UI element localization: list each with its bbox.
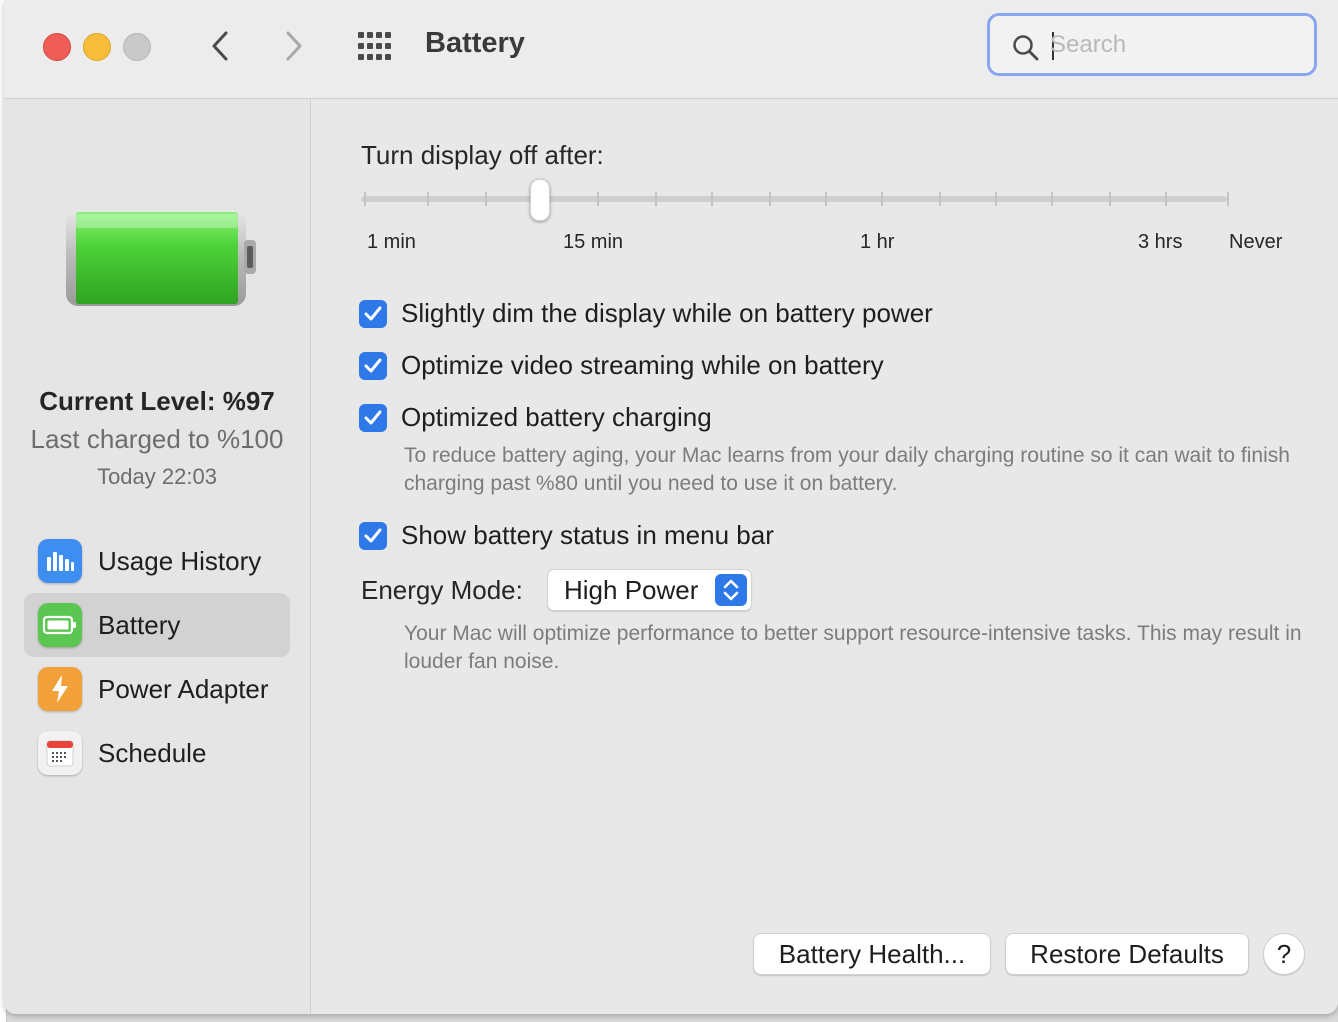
battery-health-button[interactable]: Battery Health... (753, 933, 991, 975)
slider-tick (485, 192, 487, 206)
energy-mode-select[interactable]: High Power (547, 569, 752, 611)
energy-mode-label: Energy Mode: (361, 575, 523, 605)
optimize-video-checkbox[interactable] (359, 351, 387, 380)
slider-tick (1051, 192, 1053, 206)
slider-label-1-hr: 1 hr (860, 231, 895, 253)
search-input[interactable] (1050, 28, 1300, 62)
slider-tick (939, 192, 941, 206)
up-down-arrows-icon (715, 574, 747, 606)
sidebar-item-schedule[interactable]: Schedule (24, 721, 290, 785)
sidebar-item-usage-history[interactable]: Usage History (24, 529, 290, 593)
sidebar-item-power-adapter[interactable]: Power Adapter (24, 657, 290, 721)
minimize-window-button[interactable] (83, 33, 111, 61)
optimized-charging-label: Optimized battery charging (401, 402, 712, 432)
chevron-left-icon (212, 31, 228, 61)
slider-thumb[interactable] (530, 179, 550, 221)
slider-tick (1109, 192, 1111, 206)
window-title: Battery (425, 27, 525, 59)
optimized-charging-help: To reduce battery aging, your Mac learns… (404, 444, 1290, 495)
system-preferences-window: Battery Cur (4, 0, 1338, 1014)
battery-icon (38, 603, 82, 647)
current-level-text: Current Level: %97 (39, 386, 275, 416)
back-button[interactable] (200, 24, 240, 68)
sidebar-item-label: Usage History (98, 545, 262, 576)
checkmark-icon (364, 358, 382, 372)
slider-tick (825, 192, 827, 206)
slider-tick (655, 192, 657, 206)
slider-label-3-hrs: 3 hrs (1138, 231, 1183, 253)
sidebar-item-label: Schedule (98, 737, 207, 768)
title-bar: Battery (4, 0, 1338, 99)
sidebar: Current Level: %97 Last charged to %100 … (4, 99, 311, 1014)
slider-label-15-min: 15 min (563, 231, 624, 253)
calendar-icon (38, 731, 82, 775)
menu-bar-status-checkbox[interactable] (359, 521, 387, 550)
checkmark-icon (364, 410, 382, 424)
dim-display-option[interactable]: Slightly dim the display while on batter… (359, 298, 933, 329)
dim-display-label: Slightly dim the display while on batter… (401, 298, 933, 328)
slider-label-1-min: 1 min (367, 231, 416, 253)
checkmark-icon (364, 528, 382, 542)
charged-time-text: Today 22:03 (97, 464, 217, 489)
optimize-video-option[interactable]: Optimize video streaming while on batter… (359, 350, 884, 381)
optimize-video-label: Optimize video streaming while on batter… (401, 350, 884, 380)
slider-tick (881, 192, 883, 206)
checkmark-icon (364, 306, 382, 320)
search-field[interactable] (987, 13, 1317, 76)
show-all-button[interactable] (356, 30, 394, 62)
display-off-label: Turn display off after: (361, 140, 604, 170)
bar-chart-icon (38, 539, 82, 583)
slider-tick (769, 192, 771, 206)
battery-level-icon (66, 210, 256, 306)
restore-defaults-button[interactable]: Restore Defaults (1005, 933, 1249, 975)
sidebar-item-label: Power Adapter (98, 673, 269, 704)
close-window-button[interactable] (43, 33, 71, 61)
help-button[interactable]: ? (1263, 933, 1305, 975)
menu-bar-status-option[interactable]: Show battery status in menu bar (359, 520, 774, 551)
slider-tick (364, 192, 366, 206)
dim-display-checkbox[interactable] (359, 299, 387, 328)
energy-mode-help: Your Mac will optimize performance to be… (404, 622, 1302, 673)
main-panel: Turn display off after: 1 min 15 min 1 h… (311, 99, 1338, 1014)
slider-tick (1227, 192, 1229, 206)
grid-icon (358, 32, 391, 60)
optimized-charging-checkbox[interactable] (359, 403, 387, 432)
slider-tick (995, 192, 997, 206)
display-off-slider[interactable] (361, 196, 1227, 202)
slider-tick (427, 192, 429, 206)
slider-tick (597, 192, 599, 206)
menu-bar-status-label: Show battery status in menu bar (401, 520, 774, 550)
optimized-charging-option[interactable]: Optimized battery charging (359, 402, 712, 433)
slider-label-never: Never (1229, 231, 1283, 253)
zoom-window-button[interactable] (123, 33, 151, 61)
search-icon (1013, 35, 1039, 61)
sidebar-item-label: Battery (98, 609, 181, 640)
lightning-icon (38, 667, 82, 711)
chevron-right-icon (286, 31, 302, 61)
slider-tick (711, 192, 713, 206)
slider-tick (1165, 192, 1167, 206)
energy-mode-value: High Power (564, 575, 699, 605)
forward-button[interactable] (274, 24, 314, 68)
last-charged-text: Last charged to %100 (30, 424, 284, 454)
sidebar-item-battery[interactable]: Battery (24, 593, 290, 657)
